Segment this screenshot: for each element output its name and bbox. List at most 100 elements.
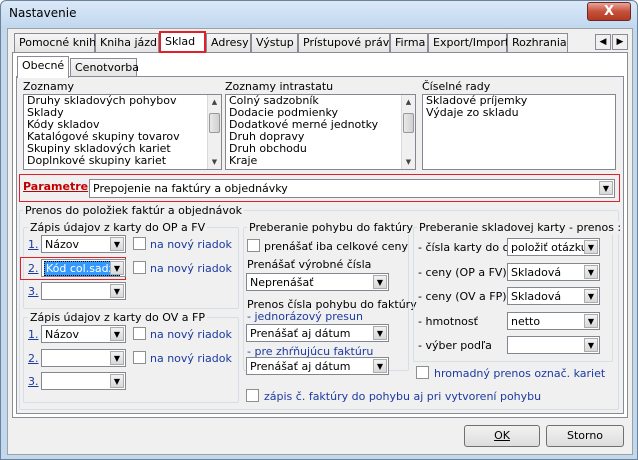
list-item[interactable]: Kraje — [226, 155, 415, 167]
chevron-down-icon[interactable]: ▼ — [110, 351, 124, 365]
ov-fp-new-row-checkbox-2[interactable] — [133, 351, 146, 364]
hromadny-prenos-checkbox[interactable] — [416, 366, 429, 379]
scroll-down-icon[interactable]: ▼ — [208, 155, 221, 169]
ov-fp-new-row-label-1: na nový riadok — [150, 328, 232, 341]
chevron-down-icon[interactable]: ▼ — [110, 284, 124, 298]
only-total-checkbox[interactable] — [247, 239, 260, 252]
karta-vyber-combo[interactable]: ▼ — [507, 336, 600, 354]
op-fv-new-row-checkbox-2[interactable] — [133, 261, 146, 274]
karta-ceny-ov-combo[interactable]: Skladová ▼ — [507, 287, 600, 305]
op-fv-field-3-combo[interactable]: ▼ — [41, 282, 126, 300]
karta-ceny-op-combo[interactable]: Skladová ▼ — [507, 263, 600, 281]
list-item[interactable]: Doplnkové skupiny kariet — [24, 155, 221, 167]
ciselne-rady-list[interactable]: Skladové príjemky Výdaje zo skladu — [422, 94, 616, 170]
karta-row-label: - ceny (OP a FV) — [418, 266, 507, 279]
subtab-obecne[interactable]: Obecné — [17, 56, 69, 78]
scroll-up-icon[interactable]: ▲ — [208, 95, 221, 109]
intrastat-scrollbar[interactable]: ▲ ▼ — [401, 95, 415, 169]
ov-fp-field-2-combo[interactable]: ▼ — [41, 349, 126, 367]
dialog-client: Pomocné knihy Kniha jázd Sklad Adresy Vý… — [7, 28, 633, 455]
hromadny-prenos-label: hromadný prenos označ. kariet — [434, 367, 606, 380]
tab-kniha-jazd[interactable]: Kniha jázd — [95, 33, 159, 53]
ov-fp-group-title: Zápis údajov z karty do OV a FP — [28, 311, 207, 324]
scroll-thumb[interactable] — [403, 113, 414, 133]
chevron-down-icon[interactable]: ▼ — [110, 237, 124, 251]
sklad-tab-panel: Obecné Cenotvorba Zoznamy Druhy skladový… — [12, 52, 628, 418]
tab-scroll-right-button[interactable]: ▶ — [612, 34, 628, 50]
combo-value: Neprenášať — [250, 276, 314, 289]
subtab-cenotvorba[interactable]: Cenotvorba — [70, 58, 139, 78]
op-fv-new-row-label-2: na nový riadok — [150, 262, 232, 275]
tab-sklad[interactable]: Sklad — [159, 31, 206, 53]
chevron-down-icon[interactable]: ▼ — [373, 359, 387, 373]
zoznamy-list[interactable]: Druhy skladových pohybov Sklady Kódy skl… — [23, 94, 222, 170]
jednorazovy-combo[interactable]: Prenášať aj dátum ▼ — [246, 324, 389, 342]
tab-scroll-left-button[interactable]: ◀ — [595, 34, 611, 50]
chevron-down-icon[interactable]: ▼ — [373, 326, 387, 340]
op-fv-field-2-combo[interactable]: Kód col.sadz. ▼ — [41, 259, 126, 277]
combo-value: položiť otázku — [511, 241, 588, 254]
tab-pomocne-knihy[interactable]: Pomocné knihy — [14, 33, 103, 53]
parametre-label: Parametre — [23, 180, 89, 193]
scroll-down-icon[interactable]: ▼ — [402, 155, 415, 169]
vyrobne-combo[interactable]: Neprenášať ▼ — [246, 273, 389, 291]
row-number-3: 3. — [28, 375, 39, 388]
chevron-down-icon[interactable]: ▼ — [584, 240, 598, 254]
combo-value: Skladová — [511, 290, 562, 303]
combo-value: Prenášať aj dátum — [250, 360, 351, 373]
karta-cislo-combo[interactable]: položiť otázku ▼ — [507, 238, 600, 256]
chevron-down-icon[interactable]: ▼ — [110, 261, 124, 275]
arrow-right-icon: ▶ — [616, 37, 624, 47]
list-item[interactable]: Výdaje zo skladu — [423, 107, 615, 119]
tab-adresy[interactable]: Adresy — [206, 33, 251, 53]
parametre-combo[interactable]: Prepojenie na faktúry a objednávky ▼ — [89, 179, 615, 198]
chevron-down-icon[interactable]: ▼ — [584, 338, 598, 352]
title-bar[interactable]: Nastavenie X — [1, 1, 637, 27]
zhrnujuci-combo[interactable]: Prenášať aj dátum ▼ — [246, 357, 389, 375]
tab-export-import[interactable]: Export/Import — [428, 33, 509, 53]
scroll-thumb[interactable] — [209, 113, 220, 133]
chevron-down-icon[interactable]: ▼ — [599, 181, 613, 195]
tab-rozhrania[interactable]: Rozhrania — [507, 33, 568, 53]
prenos-group-title: Prenos do položiek faktúr a objednávok — [23, 204, 244, 217]
karta-hmotnost-combo[interactable]: netto ▼ — [507, 312, 600, 330]
zoznamy-scrollbar[interactable]: ▲ ▼ — [207, 95, 221, 169]
chevron-down-icon[interactable]: ▼ — [110, 327, 124, 341]
karta-row-label: - ceny (OV a FP) — [418, 290, 507, 303]
combo-value: Prenášať aj dátum — [250, 327, 351, 340]
karta-row-label: - výber podľa — [418, 339, 492, 352]
tab-firma[interactable]: Firma — [390, 33, 428, 53]
chevron-down-icon[interactable]: ▼ — [584, 289, 598, 303]
ov-fp-field-1-combo[interactable]: Názov ▼ — [41, 325, 126, 343]
chevron-down-icon[interactable]: ▼ — [584, 265, 598, 279]
chevron-down-icon[interactable]: ▼ — [110, 374, 124, 388]
vyrobne-label: Prenášať výrobné čísla — [247, 258, 372, 271]
ok-button-label: OK — [494, 429, 510, 442]
zapis-faktury-checkbox[interactable] — [246, 389, 259, 402]
combo-value: Kód col.sadz. — [44, 261, 120, 276]
window-title: Nastavenie — [9, 6, 77, 20]
ov-fp-new-row-checkbox-1[interactable] — [133, 327, 146, 340]
combo-value: netto — [511, 315, 541, 328]
ov-fp-field-3-combo[interactable]: ▼ — [41, 372, 126, 390]
op-fv-group-title: Zápis údajov z karty do OP a FV — [28, 221, 208, 234]
chevron-down-icon[interactable]: ▼ — [373, 275, 387, 289]
row-number-1: 1. — [28, 328, 39, 341]
op-fv-field-1-combo[interactable]: Názov ▼ — [41, 235, 126, 253]
karta-group-title: Preberanie skladovej karty - prenos : — [417, 221, 624, 234]
zapis-faktury-label: zápis č. faktúry do pohybu aj pri vytvor… — [264, 390, 542, 403]
ok-button[interactable]: OK — [464, 425, 540, 447]
row-number-1: 1. — [28, 238, 39, 251]
close-button[interactable]: X — [587, 2, 631, 21]
tab-vystup[interactable]: Výstup — [251, 33, 298, 53]
intrastat-list[interactable]: Colný sadzobník Dodacie podmienky Dodatk… — [225, 94, 416, 170]
cancel-button[interactable]: Storno — [546, 425, 624, 447]
row-number-3: 3. — [28, 285, 39, 298]
tab-pristupove-prava[interactable]: Prístupové práva — [298, 33, 396, 53]
op-fv-new-row-label-1: na nový riadok — [150, 238, 232, 251]
op-fv-new-row-checkbox-1[interactable] — [133, 237, 146, 250]
scroll-up-icon[interactable]: ▲ — [402, 95, 415, 109]
ciselne-rady-label: Číselné rady — [422, 80, 491, 93]
chevron-down-icon[interactable]: ▼ — [584, 314, 598, 328]
arrow-left-icon: ◀ — [599, 37, 607, 47]
